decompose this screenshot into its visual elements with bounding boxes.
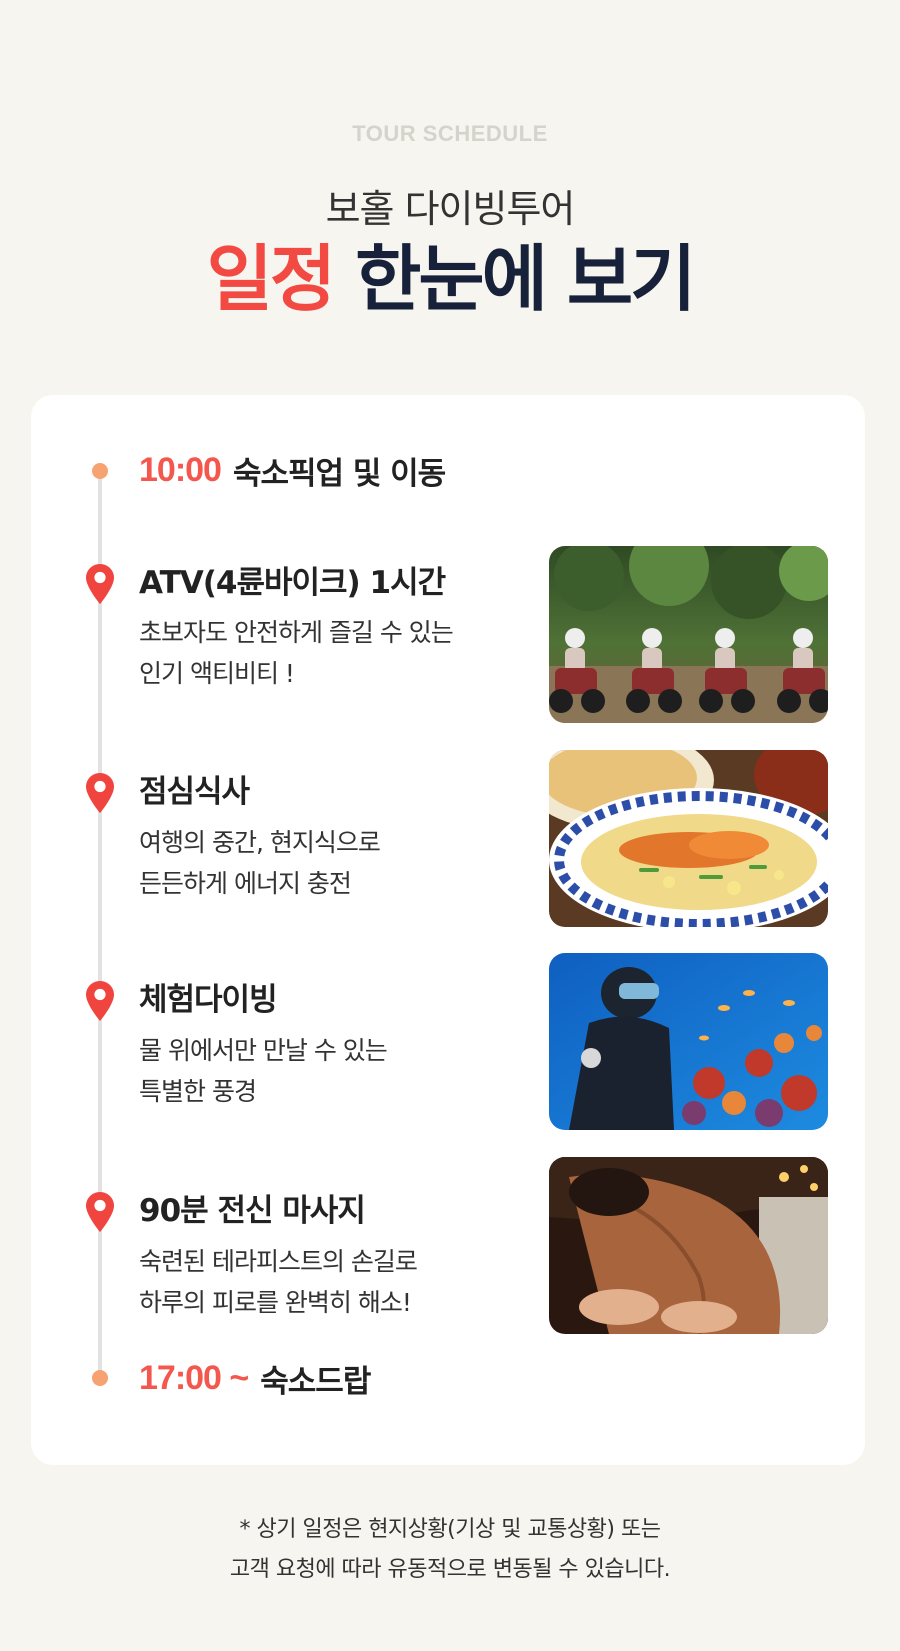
end-time: 17:00 ~: [139, 1359, 249, 1397]
timeline-dot-icon: [92, 1370, 108, 1386]
seafood-lunch-photo: [549, 750, 828, 927]
eyebrow-text: TOUR SCHEDULE: [352, 121, 548, 146]
title-accent: 일정: [206, 237, 336, 321]
atv-riders-photo: [549, 546, 828, 723]
scuba-diver-coral-photo: [549, 953, 828, 1130]
item-desc-line: 특별한 풍경: [139, 1077, 257, 1106]
title-rest: 한눈에 보기: [355, 237, 696, 321]
page: TOUR SCHEDULE 보홀 다이빙투어 일정 한눈에 보기 10:00 숙…: [0, 0, 900, 1651]
item-desc-line: 든든하게 에너지 충전: [139, 869, 352, 898]
timeline-dot-icon: [92, 463, 108, 479]
back-massage-photo: [549, 1157, 828, 1334]
item-desc-line: 초보자도 안전하게 즐길 수 있는: [139, 618, 454, 647]
map-pin-icon: [86, 773, 114, 813]
item-title: 체험다이빙: [139, 982, 278, 1018]
map-pin-icon: [86, 1192, 114, 1232]
footnote: * 상기 일정은 현지상황(기상 및 교통상황) 또는 고객 요청에 따라 유동…: [0, 1510, 900, 1590]
start-label: 숙소픽업 및 이동: [232, 456, 446, 492]
item-title: 점심식사: [139, 774, 250, 810]
page-subtitle: 보홀 다이빙투어: [325, 187, 576, 231]
timeline-line: [98, 470, 102, 1378]
item-desc-line: 인기 액티비티 !: [139, 659, 295, 688]
map-pin-icon: [86, 564, 114, 604]
item-desc-line: 물 위에서만 만날 수 있는: [139, 1036, 388, 1065]
item-desc-line: 여행의 중간, 현지식으로: [139, 828, 381, 857]
footnote-line: 고객 요청에 따라 유동적으로 변동될 수 있습니다.: [229, 1557, 671, 1582]
item-title: 90분 전신 마사지: [139, 1193, 366, 1229]
map-pin-icon: [86, 981, 114, 1021]
page-title: 일정 한눈에 보기: [0, 237, 900, 321]
start-time: 10:00: [139, 451, 222, 489]
item-desc-line: 하루의 피로를 완벽히 해소!: [139, 1288, 412, 1317]
schedule-end: 17:00 ~ 숙소드랍: [139, 1356, 371, 1401]
end-label: 숙소드랍: [260, 1364, 371, 1400]
item-title: ATV(4륜바이크) 1시간: [139, 565, 446, 601]
footnote-line: * 상기 일정은 현지상황(기상 및 교통상황) 또는: [239, 1517, 661, 1542]
schedule-start: 10:00 숙소픽업 및 이동: [139, 448, 446, 493]
item-desc-line: 숙련된 테라피스트의 손길로: [139, 1247, 418, 1276]
